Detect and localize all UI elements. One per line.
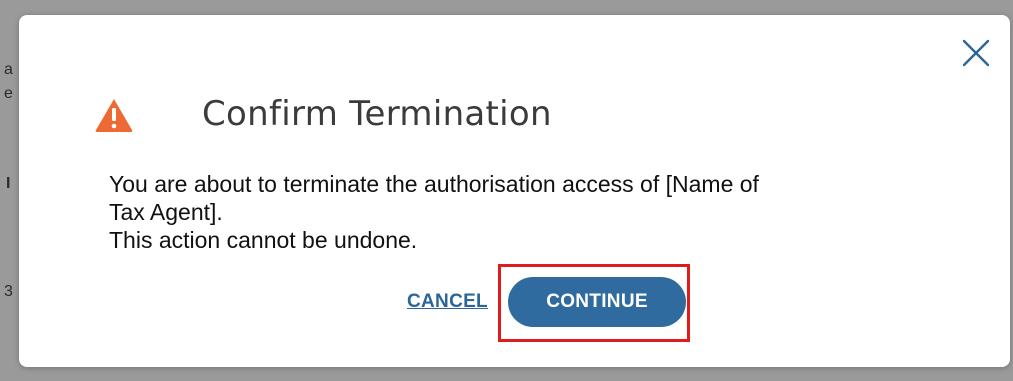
dialog-title: Confirm Termination — [202, 94, 552, 134]
continue-button-label: CONTINUE — [546, 291, 648, 312]
background-text-fragment: 3 — [4, 283, 13, 300]
close-button[interactable] — [962, 39, 990, 67]
background-text-fragment: I — [6, 175, 11, 192]
message-line: Tax Agent]. — [109, 199, 223, 225]
background-text-fragment: a — [4, 61, 13, 78]
message-line: This action cannot be undone. — [109, 227, 418, 253]
close-icon[interactable] — [962, 39, 990, 67]
dialog-message: You are about to terminate the authorisa… — [109, 170, 939, 254]
cancel-button[interactable]: CANCEL — [407, 291, 488, 313]
confirm-termination-dialog: Confirm Termination You are about to ter… — [19, 15, 1010, 367]
background-text-fragment: e — [4, 85, 13, 102]
warning-icon — [94, 97, 134, 133]
message-line: You are about to terminate the authorisa… — [109, 171, 759, 197]
continue-button[interactable]: CONTINUE — [508, 277, 686, 327]
